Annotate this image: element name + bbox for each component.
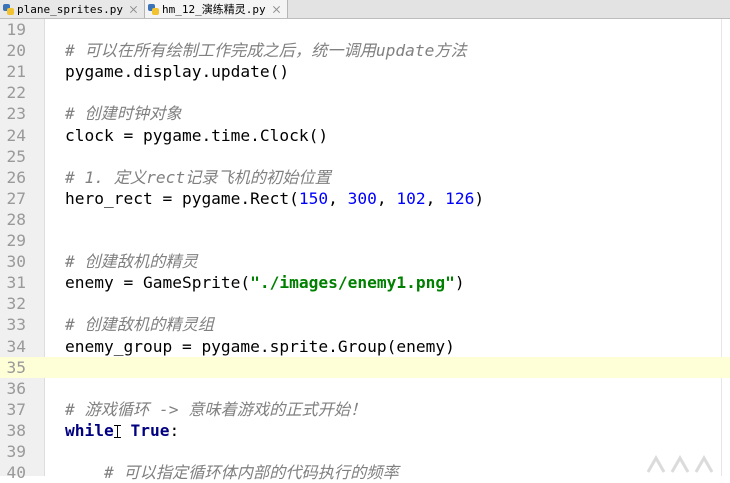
code-line[interactable]: 26 # 1. 定义rect记录飞机的初始位置: [0, 167, 730, 188]
code-text: # 游戏循环 -> 意味着游戏的正式开始！: [65, 399, 366, 420]
tab-1[interactable]: hm_12_演练精灵.py: [144, 0, 288, 18]
line-number: 28: [6, 209, 27, 229]
code-token: pygame.display.update(): [65, 62, 290, 82]
line-number: 19: [6, 20, 27, 39]
line-number: 32: [6, 294, 27, 314]
line-number: 30: [6, 252, 27, 272]
code-text: pygame.display.update(): [65, 61, 289, 82]
code-token: # 游戏循环 -> 意味着游戏的正式开始！: [65, 399, 367, 419]
code-line[interactable]: 35: [0, 356, 730, 378]
line-number: 26: [6, 167, 27, 187]
code-text: hero_rect = pygame.Rect(150, 300, 102, 1…: [65, 188, 484, 209]
code-line[interactable]: 30 # 创建敌机的精灵: [0, 251, 730, 272]
code-token: # 1. 定义rect记录飞机的初始位置: [65, 167, 331, 187]
line-number: 36: [6, 378, 27, 398]
code-token: True: [120, 420, 170, 440]
code-token: ,: [376, 188, 397, 208]
code-line[interactable]: 40 # 可以指定循环体内部的代码执行的频率: [0, 462, 730, 483]
code-text: clock = pygame.time.Clock(): [65, 125, 328, 146]
code-text: # 可以在所有绘制工作完成之后，统一调用update方法: [65, 40, 467, 61]
code-token: 102: [396, 188, 426, 208]
code-token: # 可以在所有绘制工作完成之后，统一调用update方法: [65, 41, 467, 61]
line-number: 37: [6, 399, 27, 419]
code-line[interactable]: 36: [0, 378, 730, 399]
code-text: # 创建时钟对象: [65, 103, 182, 124]
line-number: 29: [6, 231, 27, 250]
line-number: 34: [6, 336, 27, 356]
line-number: 40: [6, 463, 27, 483]
code-line[interactable]: 28: [0, 209, 730, 230]
tab-label: hm_12_演练精灵.py: [161, 3, 266, 16]
code-token: # 创建敌机的精灵组: [65, 315, 214, 335]
tab-0[interactable]: plane_sprites.py: [0, 0, 145, 18]
tab-label: plane_sprites.py: [17, 2, 123, 16]
code-token: while: [65, 420, 114, 440]
editor-tab-bar: plane_sprites.py hm_12_演练精灵.py: [0, 0, 730, 19]
line-number: 35: [6, 357, 27, 377]
code-line[interactable]: 39: [0, 441, 730, 462]
code-line[interactable]: 23 # 创建时钟对象: [0, 103, 730, 124]
code-token: # 创建时钟对象: [65, 104, 182, 124]
line-number: 21: [6, 62, 27, 82]
code-text: # 创建敌机的精灵组: [65, 314, 214, 335]
code-line[interactable]: 33 # 创建敌机的精灵组: [0, 314, 730, 335]
line-number: 27: [6, 188, 27, 208]
code-line[interactable]: 19: [0, 19, 730, 40]
watermark-logo-icon: [646, 454, 714, 473]
line-number: 38: [6, 420, 27, 440]
code-line[interactable]: 25: [0, 146, 730, 167]
python-file-icon: [3, 3, 14, 15]
code-line[interactable]: 20 # 可以在所有绘制工作完成之后，统一调用update方法: [0, 40, 730, 61]
close-icon[interactable]: [272, 5, 281, 14]
code-line[interactable]: 27 hero_rect = pygame.Rect(150, 300, 102,…: [0, 188, 730, 209]
line-number: 39: [6, 442, 27, 461]
line-number: 25: [6, 146, 27, 166]
line-number: 22: [6, 83, 27, 103]
text-cursor-icon: [113, 424, 121, 439]
code-token: hero_rect = pygame.Rect(: [65, 188, 299, 208]
code-token: ,: [425, 188, 446, 208]
python-file-icon: [147, 3, 159, 15]
code-token: 150: [298, 188, 329, 208]
code-text: enemy_group = pygame.sprite.Group(enemy): [65, 336, 455, 357]
code-line[interactable]: 38 while True:: [0, 420, 730, 441]
code-line[interactable]: 24 clock = pygame.time.Clock(): [0, 125, 730, 146]
line-number: 33: [6, 315, 27, 335]
code-line[interactable]: 22: [0, 82, 730, 103]
line-number: 24: [6, 125, 27, 145]
code-token: enemy = GameSprite(: [65, 273, 251, 293]
code-token: 126: [445, 188, 475, 208]
code-token: clock = pygame.time.Clock(): [65, 125, 329, 145]
code-token: # 创建敌机的精灵: [65, 252, 198, 272]
code-text: enemy = GameSprite("./images/enemy1.png"…: [65, 272, 465, 293]
code-token: ): [454, 273, 465, 293]
code-text: # 创建敌机的精灵: [65, 251, 198, 272]
line-number: 20: [6, 41, 27, 61]
code-text: # 1. 定义rect记录飞机的初始位置: [65, 167, 331, 188]
code-token: ): [474, 188, 485, 208]
code-line[interactable]: 29: [0, 230, 730, 251]
code-token: 300: [347, 188, 377, 208]
code-line[interactable]: 34 enemy_group = pygame.sprite.Group(enem…: [0, 336, 730, 357]
code-line[interactable]: 31 enemy = GameSprite("./images/enemy1.pn…: [0, 272, 730, 293]
code-text: while True:: [65, 420, 179, 441]
close-icon[interactable]: [129, 5, 138, 14]
code-token: "./images/enemy1.png": [250, 273, 455, 293]
code-token: enemy_group = pygame.sprite.Group(enemy): [65, 336, 455, 356]
code-token: :: [169, 420, 180, 440]
line-number: 23: [6, 104, 27, 124]
code-token: # 可以指定循环体内部的代码执行的频率: [65, 463, 399, 483]
line-number: 31: [6, 273, 27, 293]
code-line[interactable]: 32: [0, 293, 730, 314]
code-text: # 可以指定循环体内部的代码执行的频率: [65, 462, 399, 483]
code-line[interactable]: 21 pygame.display.update(): [0, 61, 730, 82]
code-line[interactable]: 37 # 游戏循环 -> 意味着游戏的正式开始！: [0, 399, 730, 420]
code-token: ,: [328, 188, 348, 208]
